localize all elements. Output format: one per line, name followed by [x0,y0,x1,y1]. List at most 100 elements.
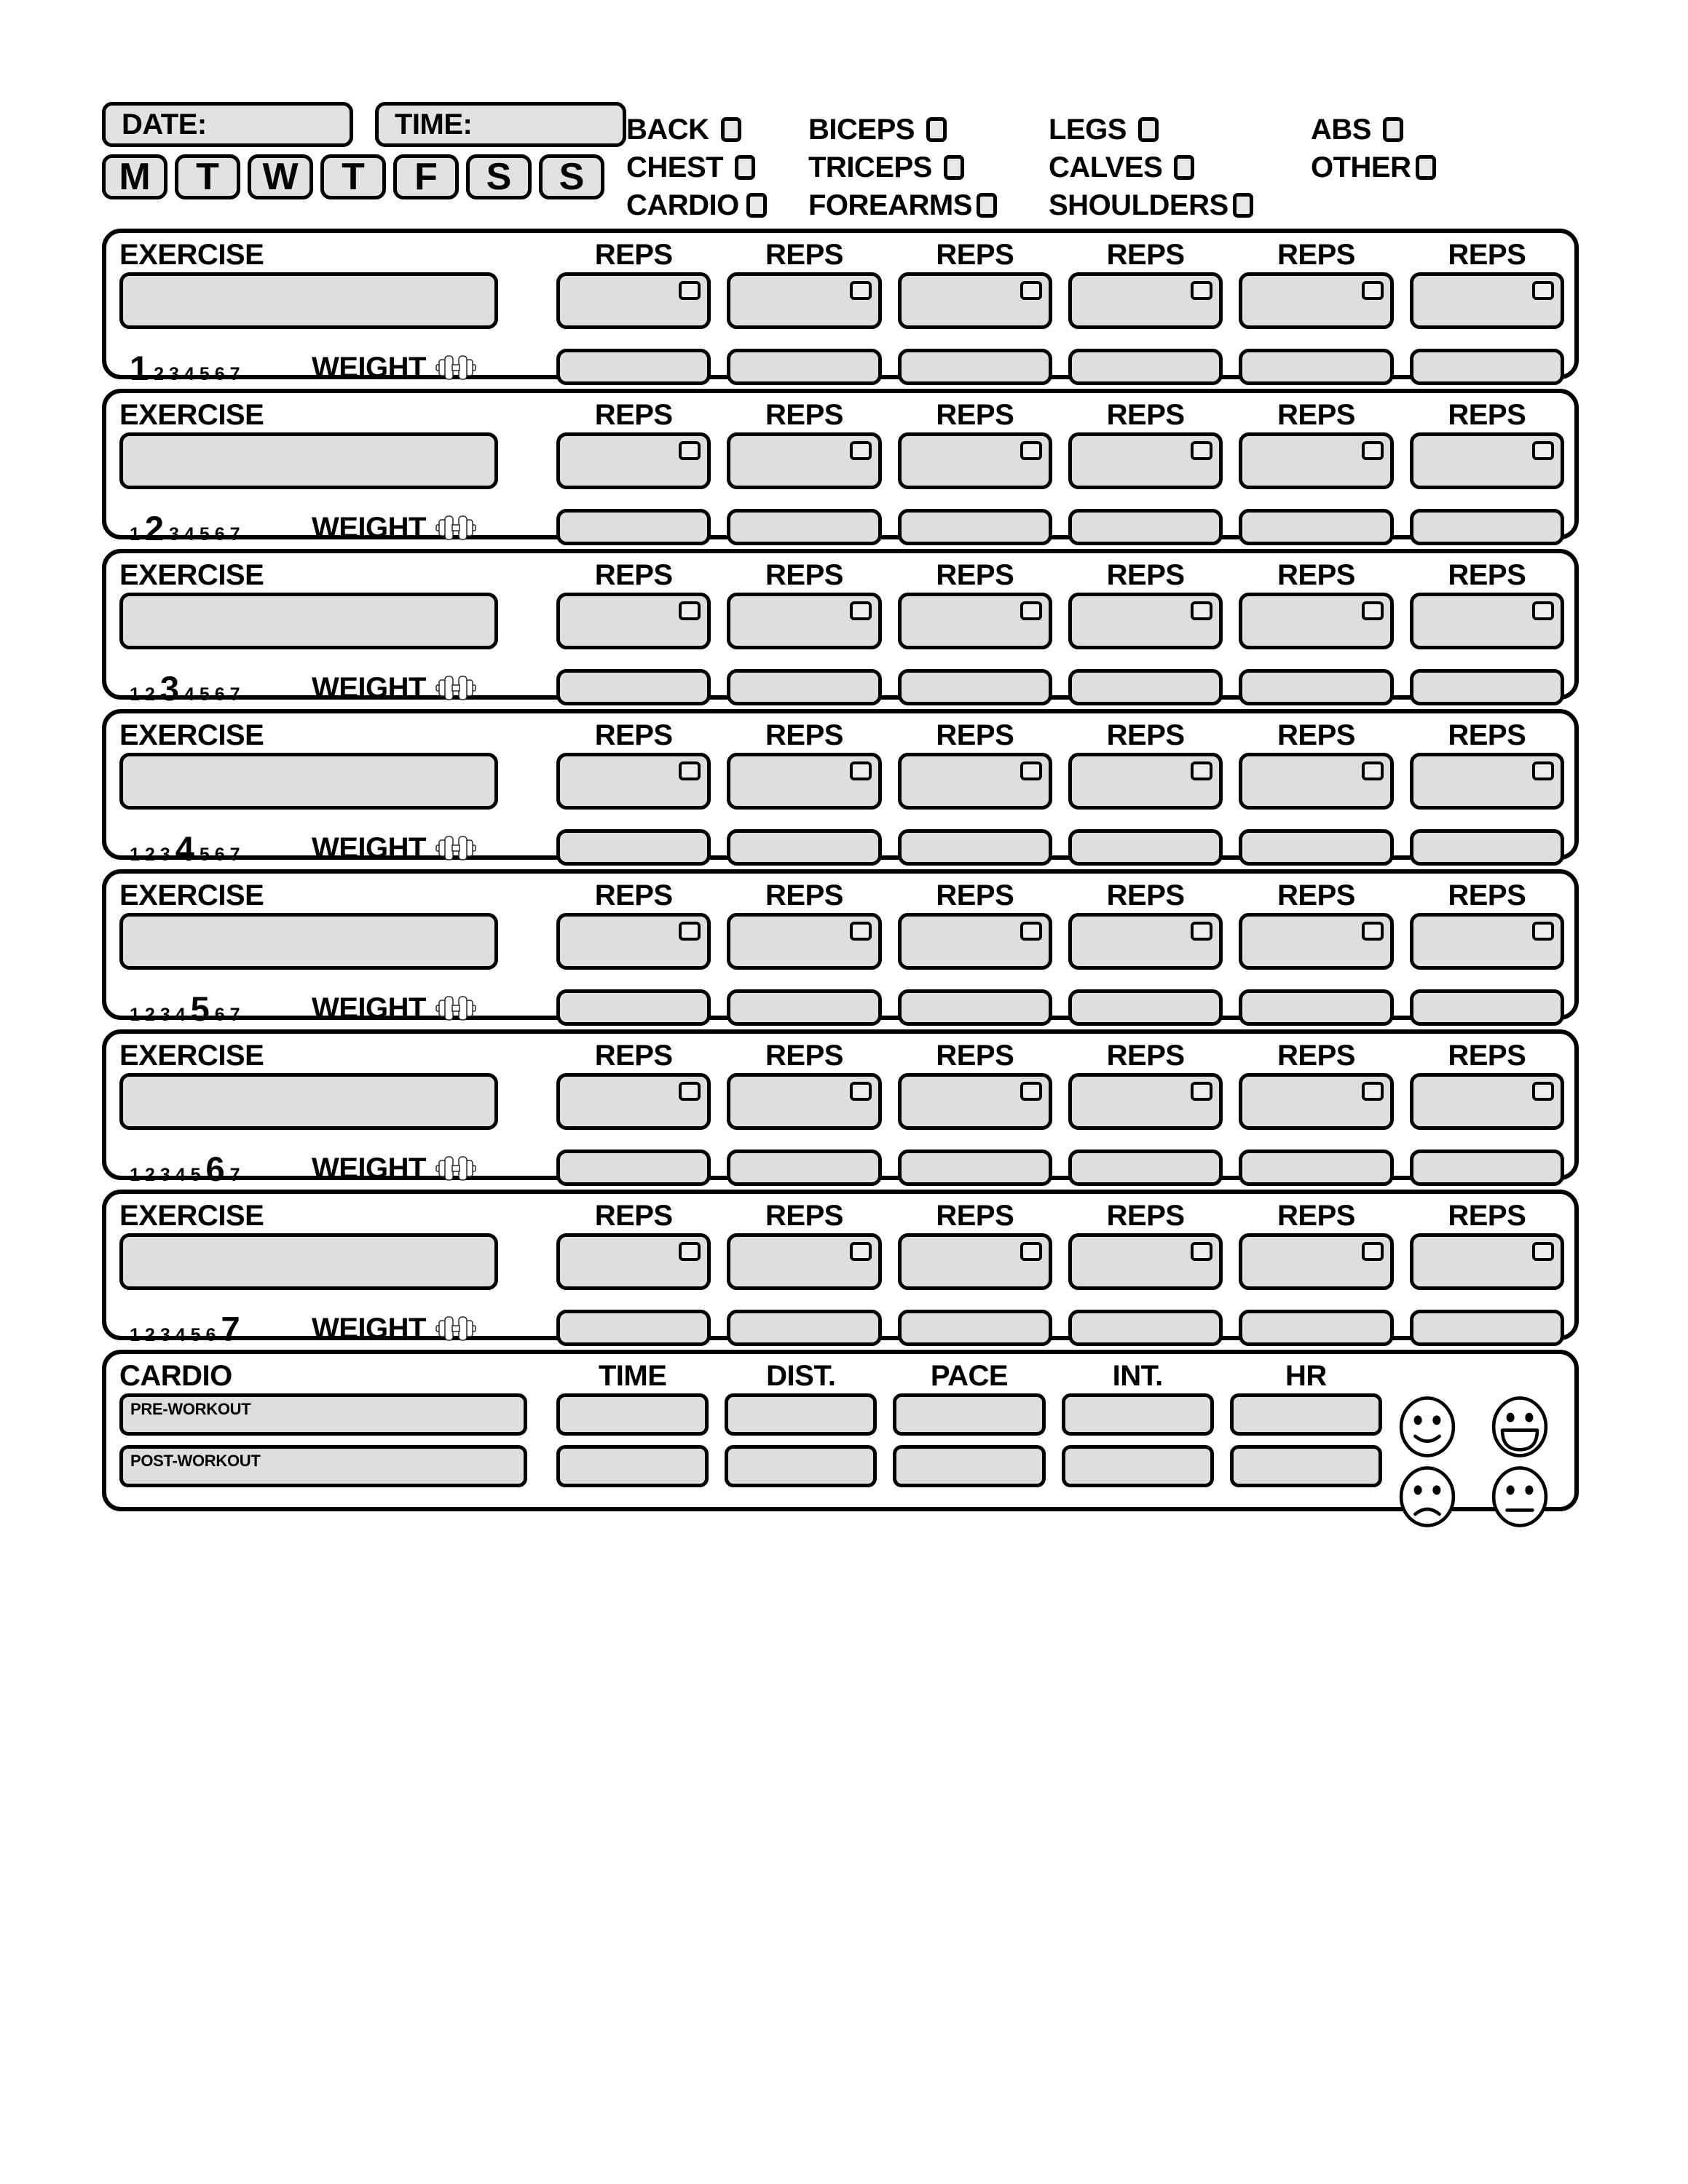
set-complete-checkbox[interactable] [849,1082,872,1101]
set-complete-checkbox[interactable] [1361,1082,1384,1101]
reps-input[interactable] [727,1233,882,1290]
reps-input[interactable] [897,432,1052,489]
checkbox-calves[interactable] [1174,155,1195,180]
set-complete-checkbox[interactable] [679,1082,701,1101]
reps-input[interactable] [897,272,1052,329]
smile-face-icon[interactable] [1394,1393,1461,1460]
set-complete-checkbox[interactable] [1361,761,1384,780]
reps-input[interactable] [1068,753,1223,810]
weight-input[interactable] [1068,1310,1223,1346]
set-complete-checkbox[interactable] [1019,601,1042,620]
exercise-name-input[interactable] [119,1233,498,1290]
checkbox-forearms[interactable] [976,193,997,218]
muscle-item-back[interactable]: BACK [626,115,808,144]
weight-input[interactable] [897,829,1052,866]
set-complete-checkbox[interactable] [1191,1082,1213,1101]
time-field[interactable]: TIME: [375,102,626,147]
reps-input[interactable] [727,272,882,329]
reps-input[interactable] [556,753,711,810]
reps-input[interactable] [1239,272,1394,329]
cardio-hr-post-input[interactable] [1229,1445,1383,1487]
muscle-item-forearms[interactable]: FOREARMS [808,191,1049,220]
reps-input[interactable] [1068,432,1223,489]
set-complete-checkbox[interactable] [679,281,701,300]
reps-input[interactable] [1239,913,1394,970]
checkbox-other[interactable] [1415,155,1436,180]
reps-input[interactable] [1068,272,1223,329]
weight-input[interactable] [1239,349,1394,385]
weight-input[interactable] [556,1150,711,1186]
set-complete-checkbox[interactable] [679,1242,701,1261]
checkbox-shoulders[interactable] [1232,193,1253,218]
set-complete-checkbox[interactable] [1531,1242,1554,1261]
checkbox-cardio[interactable] [746,193,767,218]
weight-input[interactable] [897,349,1052,385]
weight-input[interactable] [727,829,882,866]
cardio-pace-pre-input[interactable] [893,1393,1046,1436]
weight-input[interactable] [1239,509,1394,545]
reps-input[interactable] [1239,1073,1394,1130]
reps-input[interactable] [1409,913,1564,970]
set-complete-checkbox[interactable] [1191,922,1213,941]
weight-input[interactable] [1409,1150,1564,1186]
reps-input[interactable] [1409,1073,1564,1130]
weight-input[interactable] [1068,989,1223,1026]
weight-input[interactable] [1409,509,1564,545]
cardio-time-post-input[interactable] [556,1445,709,1487]
day-button-thursday[interactable]: T [320,154,386,199]
weight-input[interactable] [727,509,882,545]
reps-input[interactable] [1068,593,1223,649]
weight-input[interactable] [556,829,711,866]
set-complete-checkbox[interactable] [679,441,701,460]
weight-input[interactable] [897,1310,1052,1346]
sad-face-icon[interactable] [1394,1463,1461,1530]
reps-input[interactable] [556,1233,711,1290]
reps-input[interactable] [727,913,882,970]
set-complete-checkbox[interactable] [1361,922,1384,941]
weight-input[interactable] [1239,669,1394,705]
weight-input[interactable] [1068,1150,1223,1186]
checkbox-abs[interactable] [1382,117,1403,142]
reps-input[interactable] [1409,753,1564,810]
set-complete-checkbox[interactable] [1531,441,1554,460]
set-complete-checkbox[interactable] [1191,1242,1213,1261]
set-complete-checkbox[interactable] [1531,601,1554,620]
exercise-name-input[interactable] [119,272,498,329]
day-button-sunday[interactable]: S [539,154,604,199]
weight-input[interactable] [897,989,1052,1026]
set-complete-checkbox[interactable] [1191,761,1213,780]
reps-input[interactable] [556,1073,711,1130]
reps-input[interactable] [1239,1233,1394,1290]
reps-input[interactable] [1068,913,1223,970]
set-complete-checkbox[interactable] [679,761,701,780]
weight-input[interactable] [1239,1310,1394,1346]
muscle-item-chest[interactable]: CHEST [626,153,808,182]
reps-input[interactable] [556,272,711,329]
weight-input[interactable] [1239,989,1394,1026]
checkbox-triceps[interactable] [943,155,964,180]
set-complete-checkbox[interactable] [679,601,701,620]
muscle-item-biceps[interactable]: BICEPS [808,115,1049,144]
weight-input[interactable] [1239,829,1394,866]
set-complete-checkbox[interactable] [1361,1242,1384,1261]
reps-input[interactable] [1409,1233,1564,1290]
weight-input[interactable] [1409,669,1564,705]
set-complete-checkbox[interactable] [1531,922,1554,941]
reps-input[interactable] [897,1073,1052,1130]
weight-input[interactable] [556,989,711,1026]
cardio-input-pre-workout[interactable]: PRE-WORKOUT [119,1393,527,1436]
weight-input[interactable] [727,669,882,705]
set-complete-checkbox[interactable] [1531,761,1554,780]
exercise-name-input[interactable] [119,753,498,810]
set-complete-checkbox[interactable] [1531,281,1554,300]
exercise-name-input[interactable] [119,432,498,489]
cardio-int-post-input[interactable] [1061,1445,1214,1487]
weight-input[interactable] [1068,349,1223,385]
reps-input[interactable] [727,753,882,810]
muscle-item-triceps[interactable]: TRICEPS [808,153,1049,182]
muscle-item-legs[interactable]: LEGS [1049,115,1311,144]
weight-input[interactable] [727,349,882,385]
day-button-tuesday[interactable]: T [175,154,240,199]
weight-input[interactable] [1068,509,1223,545]
neutral-face-icon[interactable] [1486,1463,1553,1530]
